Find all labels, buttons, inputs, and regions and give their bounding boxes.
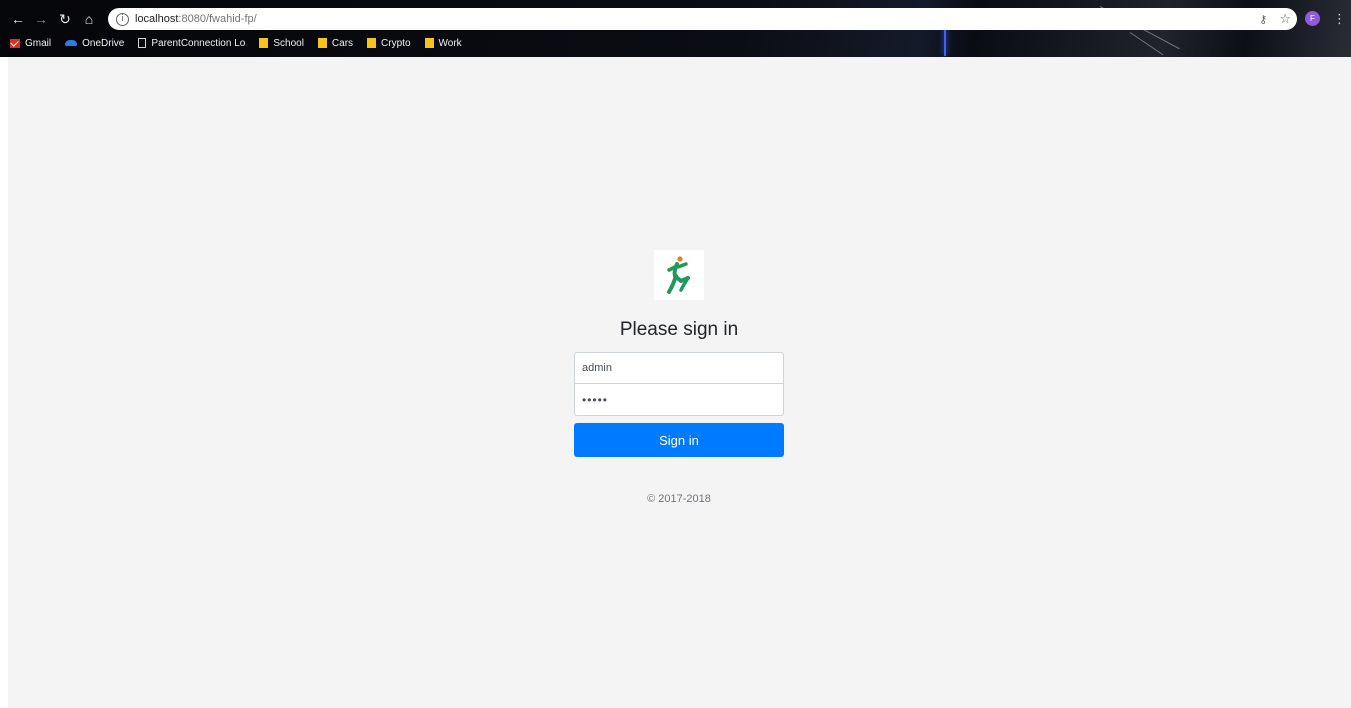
bookmark-cars[interactable]: Cars <box>317 37 354 49</box>
login-form: admin ••••• <box>574 352 784 416</box>
wallpaper-line <box>1129 32 1164 56</box>
menu-icon[interactable]: ⋮ <box>1333 11 1346 27</box>
folder-icon <box>424 38 434 48</box>
bookmarks-bar: Gmail OneDrive ParentConnection Lo Schoo… <box>10 35 462 51</box>
bookmark-gmail[interactable]: Gmail <box>10 38 51 49</box>
url-host: localhost <box>135 13 179 25</box>
runner-logo-icon <box>654 250 704 300</box>
address-bar[interactable]: i localhost:8080/fwahid-fp/ ⚷ ☆ <box>108 8 1297 30</box>
bookmark-label: Work <box>438 37 462 49</box>
address-url: localhost:8080/fwahid-fp/ <box>135 13 257 25</box>
folder-icon <box>367 38 377 48</box>
home-icon[interactable]: ⌂ <box>80 10 98 28</box>
username-input[interactable]: admin <box>574 352 784 384</box>
onedrive-icon <box>65 40 78 46</box>
password-input[interactable]: ••••• <box>574 384 784 416</box>
bookmark-label: Gmail <box>25 37 52 49</box>
wallpaper-streak <box>944 28 946 56</box>
bookmark-onedrive[interactable]: OneDrive <box>65 38 124 49</box>
key-icon[interactable]: ⚷ <box>1259 13 1267 26</box>
page-title: Please sign in <box>619 319 739 340</box>
bookmark-label: OneDrive <box>82 37 125 49</box>
folder-icon <box>259 38 269 48</box>
back-arrow-icon[interactable]: ← <box>9 10 27 28</box>
bookmark-crypto[interactable]: Crypto <box>367 37 411 49</box>
bookmark-label: Cars <box>331 37 354 49</box>
copyright-text: © 2017-2018 <box>647 493 711 505</box>
star-icon[interactable]: ☆ <box>1279 11 1291 27</box>
page-content: Please sign in admin ••••• Sign in © 201… <box>8 57 1351 708</box>
gmail-icon <box>10 38 20 48</box>
runner-logo-graphic <box>667 256 690 294</box>
reload-icon[interactable]: ↻ <box>56 10 74 28</box>
url-path: :8080/fwahid-fp/ <box>178 13 257 25</box>
bookmark-label: Crypto <box>381 37 411 49</box>
browser-toolbar: ← → ↻ ⌂ i localhost:8080/fwahid-fp/ ⚷ ☆ … <box>0 8 1351 30</box>
bookmark-work[interactable]: Work <box>424 37 462 49</box>
page-icon <box>138 38 147 48</box>
browser-chrome: ← → ↻ ⌂ i localhost:8080/fwahid-fp/ ⚷ ☆ … <box>0 0 1351 57</box>
bookmark-label: School <box>273 37 304 49</box>
bookmark-school[interactable]: School <box>259 38 304 49</box>
folder-icon <box>317 38 327 48</box>
info-icon[interactable]: i <box>116 12 129 26</box>
forward-arrow-icon[interactable]: → <box>32 10 50 28</box>
bookmark-parentconnection[interactable]: ParentConnection Lo <box>138 38 245 49</box>
bookmark-label: ParentConnection Lo <box>151 37 246 49</box>
profile-avatar[interactable]: F <box>1305 11 1320 26</box>
sign-in-button[interactable]: Sign in <box>574 423 784 457</box>
